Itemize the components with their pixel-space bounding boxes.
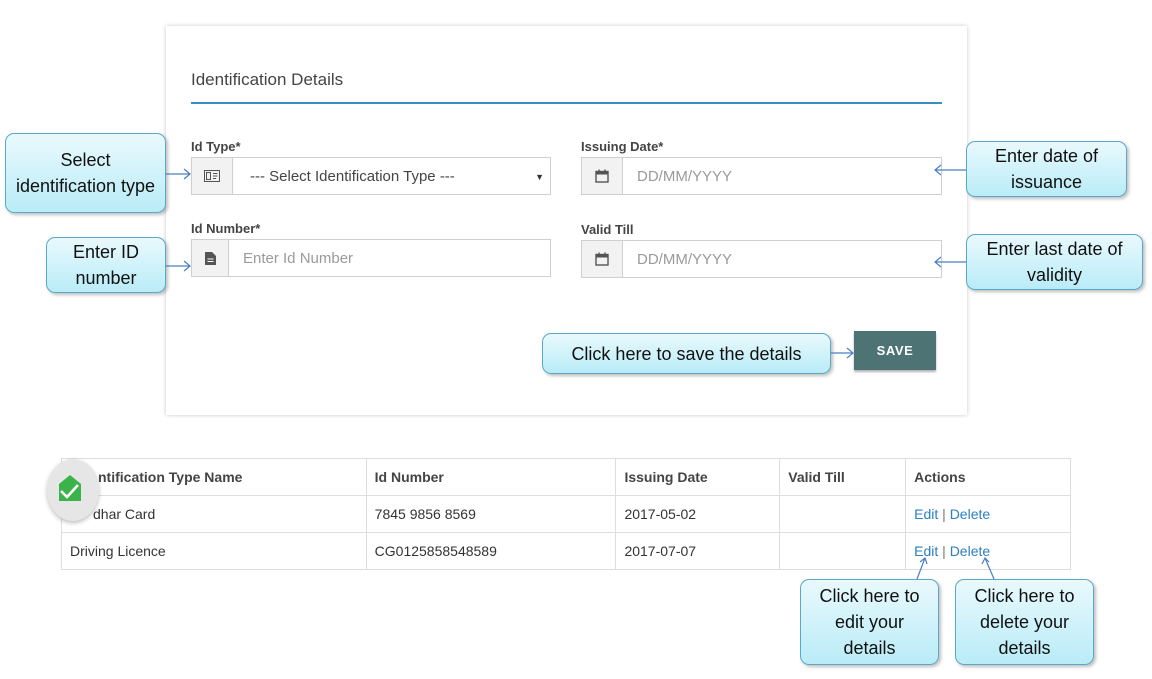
arrow-delete [984,557,995,580]
callout-arrows [166,164,995,580]
arrow-head [981,556,990,565]
